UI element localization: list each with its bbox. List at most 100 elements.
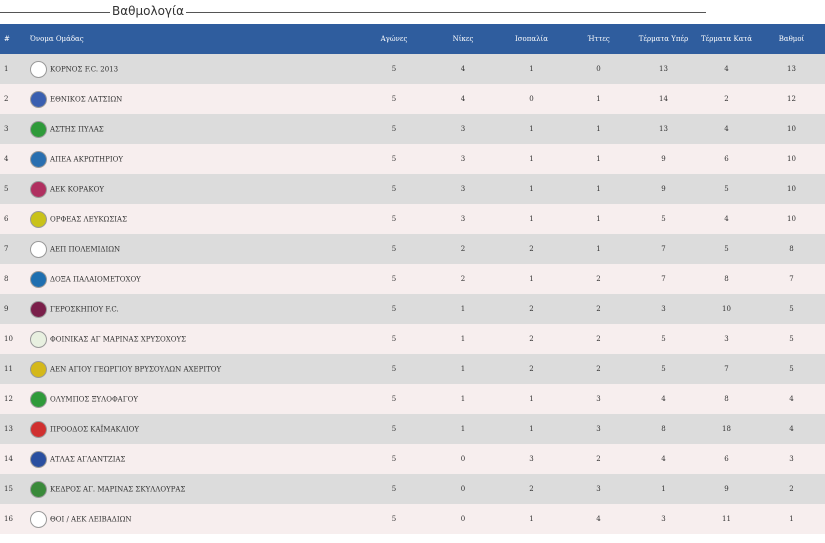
col-draws[interactable]: Ισοπαλία	[498, 24, 565, 54]
team-cell[interactable]: ΑΤΛΑΣ ΑΓΛΑΝΤΖΙΑΣ	[30, 444, 360, 474]
table-row[interactable]: 7 ΑΕΠ ΠΟΛΕΜΙΔΙΩΝ 5 2 2 1 7 5 8	[0, 234, 825, 264]
draws-cell: 1	[529, 65, 534, 73]
team-cell[interactable]: ΠΡΟΟΔΟΣ ΚΑΪΜΑΚΛΙΟΥ	[30, 414, 360, 444]
points-cell: 10	[787, 125, 796, 133]
goals-for-cell: 9	[661, 185, 666, 193]
team-cell[interactable]: ΑΕΠ ΠΟΛΕΜΙΔΙΩΝ	[30, 234, 360, 264]
team-name[interactable]: ΔΟΞΑ ΠΑΛΑΙΟΜΕΤΟΧΟΥ	[50, 275, 141, 283]
goals-against-cell: 6	[724, 155, 729, 163]
table-row[interactable]: 1 ΚΟΡΝΟΣ F.C. 2013 5 4 1 0 13 4 13	[0, 54, 825, 84]
wins-cell: 3	[460, 185, 466, 193]
olympos-crest-icon	[30, 390, 47, 408]
table-row[interactable]: 5 ΑΕΚ ΚΟΡΑΚΟΥ 5 3 1 1 9 5 10	[0, 174, 825, 204]
team-cell[interactable]: ΑΠΕΑ ΑΚΡΩΤΗΡΙΟΥ	[30, 144, 360, 174]
losses-cell: 3	[596, 395, 601, 403]
played-cell: 5	[391, 155, 397, 163]
team-name[interactable]: ΑΕΚ ΚΟΡΑΚΟΥ	[50, 185, 104, 193]
team-cell[interactable]: ΦΟΙΝΙΚΑΣ ΑΓ ΜΑΡΙΝΑΣ ΧΡΥΣΟΧΟΥΣ	[30, 324, 360, 354]
draws-cell: 1	[529, 425, 534, 433]
draws-cell: 1	[529, 155, 534, 163]
team-cell[interactable]: ΕΘΝΙΚΟΣ ΛΑΤΣΙΩΝ	[30, 84, 360, 114]
wins-cell: 2	[460, 275, 466, 283]
team-cell[interactable]: ΑΕΚ ΚΟΡΑΚΟΥ	[30, 174, 360, 204]
team-cell[interactable]: ΘΟΙ / ΑΕΚ ΛΕΙΒΑΔΙΩΝ	[30, 504, 360, 534]
team-name[interactable]: ΑΣΤΗΣ ΠΥΛΑΣ	[50, 125, 104, 133]
col-losses[interactable]: Ήττες	[565, 24, 632, 54]
rank-cell: 6	[4, 215, 9, 223]
table-row[interactable]: 16 ΘΟΙ / ΑΕΚ ΛΕΙΒΑΔΙΩΝ 5 0 1 4 3 11 1	[0, 504, 825, 534]
table-row[interactable]: 3 ΑΣΤΗΣ ΠΥΛΑΣ 5 3 1 1 13 4 10	[0, 114, 825, 144]
table-row[interactable]: 8 ΔΟΞΑ ΠΑΛΑΙΟΜΕΤΟΧΟΥ 5 2 1 2 7 8 7	[0, 264, 825, 294]
team-name[interactable]: ΑΕΠ ΠΟΛΕΜΙΔΙΩΝ	[50, 245, 120, 253]
team-cell[interactable]: ΑΕΝ ΑΓΙΟΥ ΓΕΩΡΓΙΟΥ ΒΡΥΣΟΥΛΩΝ ΑΧΕΡΙΤΟΥ	[30, 354, 360, 384]
table-row[interactable]: 14 ΑΤΛΑΣ ΑΓΛΑΝΤΖΙΑΣ 5 0 3 2 4 6 3	[0, 444, 825, 474]
team-name[interactable]: ΑΠΕΑ ΑΚΡΩΤΗΡΙΟΥ	[50, 155, 123, 163]
table-row[interactable]: 10 ΦΟΙΝΙΚΑΣ ΑΓ ΜΑΡΙΝΑΣ ΧΡΥΣΟΧΟΥΣ 5 1 2 2 5 3 5	[0, 324, 825, 354]
goals-against-cell: 3	[724, 335, 729, 343]
wins-cell: 1	[460, 335, 466, 343]
table-row[interactable]: 13 ΠΡΟΟΔΟΣ ΚΑΪΜΑΚΛΙΟΥ 5 1 1 3 8 18 4	[0, 414, 825, 444]
kedros-crest-icon	[30, 480, 47, 498]
aep-crest-icon	[30, 240, 47, 258]
draws-cell: 1	[529, 125, 534, 133]
points-cell: 1	[789, 515, 794, 523]
played-cell: 5	[391, 245, 397, 253]
team-name[interactable]: ΟΡΦΕΑΣ ΛΕΥΚΩΣΙΑΣ	[50, 215, 127, 223]
team-name[interactable]: ΕΘΝΙΚΟΣ ΛΑΤΣΙΩΝ	[50, 95, 122, 103]
team-cell[interactable]: ΟΡΦΕΑΣ ΛΕΥΚΩΣΙΑΣ	[30, 204, 360, 234]
draws-cell: 1	[529, 215, 534, 223]
goals-for-cell: 5	[661, 215, 666, 223]
draws-cell: 1	[529, 275, 534, 283]
table-row[interactable]: 9 ΓΕΡΟΣΚΗΠΟΥ F.C. 5 1 2 2 3 10 5	[0, 294, 825, 324]
points-cell: 8	[789, 245, 794, 253]
col-team[interactable]: Όνομα Ομάδας	[30, 24, 360, 54]
team-cell[interactable]: ΑΣΤΗΣ ΠΥΛΑΣ	[30, 114, 360, 144]
col-points[interactable]: Βαθμοί	[758, 24, 825, 54]
team-cell[interactable]: ΚΕΔΡΟΣ ΑΓ. ΜΑΡΙΝΑΣ ΣΚΥΛΛΟΥΡΑΣ	[30, 474, 360, 504]
played-cell: 5	[391, 485, 397, 493]
draws-cell: 2	[529, 485, 534, 493]
goals-for-cell: 14	[659, 95, 668, 103]
table-row[interactable]: 6 ΟΡΦΕΑΣ ΛΕΥΚΩΣΙΑΣ 5 3 1 1 5 4 10	[0, 204, 825, 234]
table-row[interactable]: 11 ΑΕΝ ΑΓΙΟΥ ΓΕΩΡΓΙΟΥ ΒΡΥΣΟΥΛΩΝ ΑΧΕΡΙΤΟΥ 5…	[0, 354, 825, 384]
points-cell: 10	[787, 185, 796, 193]
table-row[interactable]: 12 ΟΛΥΜΠΟΣ ΞΥΛΟΦΑΓΟΥ 5 1 1 3 4 8 4	[0, 384, 825, 414]
goals-against-cell: 5	[724, 185, 729, 193]
team-cell[interactable]: ΟΛΥΜΠΟΣ ΞΥΛΟΦΑΓΟΥ	[30, 384, 360, 414]
col-played[interactable]: Αγώνες	[360, 24, 428, 54]
goals-for-cell: 7	[661, 245, 666, 253]
team-cell[interactable]: ΔΟΞΑ ΠΑΛΑΙΟΜΕΤΟΧΟΥ	[30, 264, 360, 294]
col-goals-for[interactable]: Τέρματα Υπέρ	[632, 24, 695, 54]
played-cell: 5	[391, 185, 397, 193]
team-name[interactable]: ΘΟΙ / ΑΕΚ ΛΕΙΒΑΔΙΩΝ	[50, 515, 132, 523]
team-name[interactable]: ΑΕΝ ΑΓΙΟΥ ΓΕΩΡΓΙΟΥ ΒΡΥΣΟΥΛΩΝ ΑΧΕΡΙΤΟΥ	[50, 365, 221, 373]
points-cell: 5	[789, 335, 794, 343]
col-wins[interactable]: Νίκες	[428, 24, 498, 54]
draws-cell: 2	[529, 305, 534, 313]
team-name[interactable]: ΟΛΥΜΠΟΣ ΞΥΛΟΦΑΓΟΥ	[50, 395, 138, 403]
team-name[interactable]: ΑΤΛΑΣ ΑΓΛΑΝΤΖΙΑΣ	[50, 455, 125, 463]
team-name[interactable]: ΠΡΟΟΔΟΣ ΚΑΪΜΑΚΛΙΟΥ	[50, 425, 139, 433]
rank-cell: 13	[4, 425, 13, 433]
col-goals-against[interactable]: Τέρματα Κατά	[695, 24, 758, 54]
col-rank[interactable]: #	[0, 24, 30, 54]
team-name[interactable]: ΓΕΡΟΣΚΗΠΟΥ F.C.	[50, 305, 119, 313]
aek-korakou-crest-icon	[30, 180, 47, 198]
team-cell[interactable]: ΓΕΡΟΣΚΗΠΟΥ F.C.	[30, 294, 360, 324]
goals-for-cell: 5	[661, 335, 666, 343]
table-row[interactable]: 4 ΑΠΕΑ ΑΚΡΩΤΗΡΙΟΥ 5 3 1 1 9 6 10	[0, 144, 825, 174]
team-name[interactable]: ΚΕΔΡΟΣ ΑΓ. ΜΑΡΙΝΑΣ ΣΚΥΛΛΟΥΡΑΣ	[50, 485, 185, 493]
wins-cell: 4	[460, 95, 466, 103]
table-row[interactable]: 15 ΚΕΔΡΟΣ ΑΓ. ΜΑΡΙΝΑΣ ΣΚΥΛΛΟΥΡΑΣ 5 0 2 3 1 9 2	[0, 474, 825, 504]
thoi-crest-icon	[30, 510, 47, 528]
losses-cell: 1	[596, 185, 601, 193]
rank-cell: 10	[4, 335, 13, 343]
losses-cell: 0	[596, 65, 601, 73]
team-cell[interactable]: ΚΟΡΝΟΣ F.C. 2013	[30, 54, 360, 84]
team-name[interactable]: ΚΟΡΝΟΣ F.C. 2013	[50, 65, 118, 73]
goals-against-cell: 6	[724, 455, 729, 463]
table-row[interactable]: 2 ΕΘΝΙΚΟΣ ΛΑΤΣΙΩΝ 5 4 0 1 14 2 12	[0, 84, 825, 114]
played-cell: 5	[391, 455, 397, 463]
team-name[interactable]: ΦΟΙΝΙΚΑΣ ΑΓ ΜΑΡΙΝΑΣ ΧΡΥΣΟΧΟΥΣ	[50, 335, 186, 343]
draws-cell: 1	[529, 185, 534, 193]
